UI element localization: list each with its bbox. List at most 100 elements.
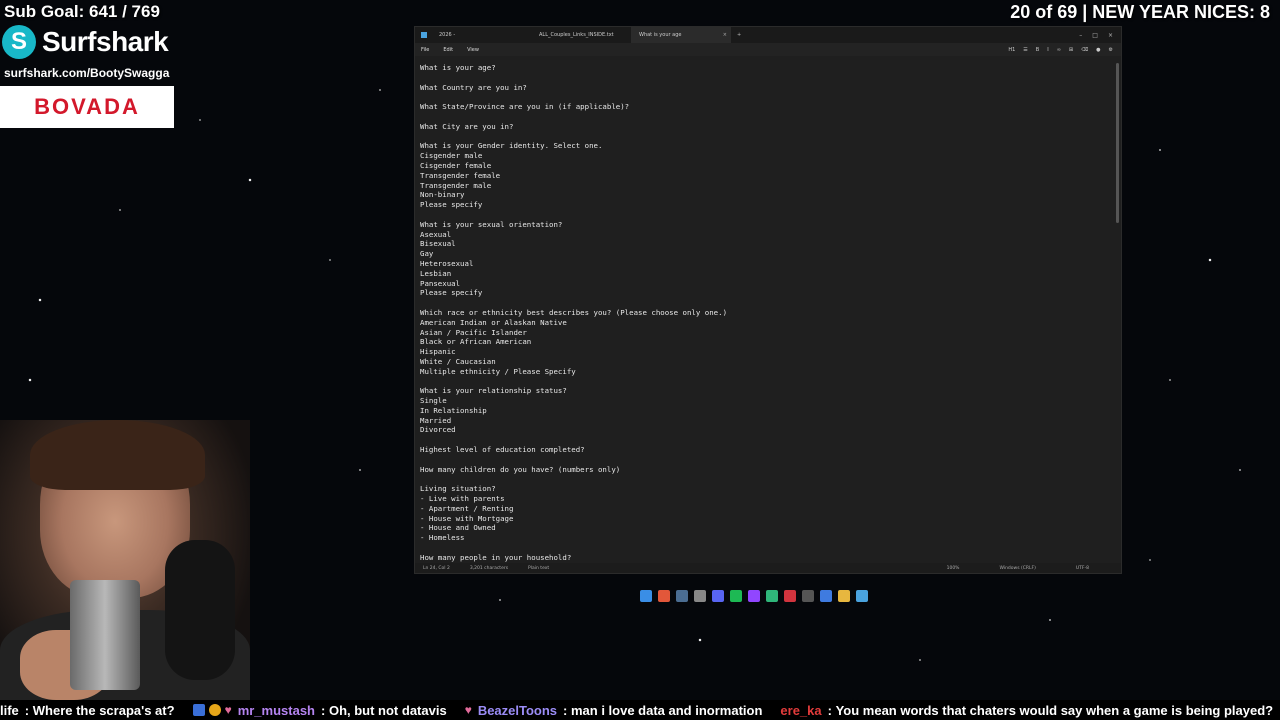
document-line: Which race or ethnicity best describes y… [420,307,728,317]
document-line: What is your relationship status? [420,386,567,396]
folder-icon[interactable] [838,590,850,602]
chat-message: ♥ mr_mustash : Oh, but not datavis [192,702,447,718]
minimize-icon[interactable]: – [1079,32,1082,39]
chat-text: Oh, but not datavis [328,702,447,718]
table-icon[interactable]: ⊞ [1069,47,1073,53]
document-line: What is your sexual orientation? [420,219,563,229]
tab-bar: 2026 - ALL_Couples_Links_INSIDE.txt What… [415,27,1121,43]
tumbler-cup [70,580,140,690]
zoom-level[interactable]: 100% [947,566,960,571]
start-icon[interactable] [640,590,652,602]
document-line: Transgender female [420,170,501,180]
text-format[interactable]: Plain text [528,566,549,571]
webcam-feed [0,420,250,700]
tab-label: What is your age [639,32,682,38]
twitch-icon[interactable] [748,590,760,602]
notepad-app-icon [421,32,427,38]
surfshark-url: surfshark.com/BootySwagga [4,66,170,80]
heart-icon: ♥ [224,703,232,717]
spotify-icon[interactable] [730,590,742,602]
obs-icon[interactable] [784,590,796,602]
tab-2026[interactable]: 2026 - [431,27,531,43]
vertical-scrollbar[interactable] [1116,63,1119,223]
new-tab-icon[interactable]: + [731,32,747,38]
document-text-area[interactable]: What is your age? What Country are you i… [420,63,1107,563]
document-line: How many people in your household? [420,552,572,562]
clear-format-icon[interactable]: ⌫ [1081,47,1088,53]
document-line: Single [420,396,447,406]
new-year-counter: 20 of 69 | NEW YEAR NICES: 8 [1010,2,1270,22]
italic-button[interactable]: I [1047,47,1048,53]
menu-edit[interactable]: Edit [443,47,453,53]
tab-label: 2026 - [439,32,456,38]
menu-view[interactable]: View [467,47,479,53]
bold-button[interactable]: B [1036,47,1039,53]
app-dark-icon[interactable] [802,590,814,602]
surfshark-name: Surfshark [42,26,169,57]
firefox-icon[interactable] [658,590,670,602]
chat-ticker: life : Where the scrapa's at? ♥ mr_musta… [0,700,1280,720]
badge-icon [192,704,205,716]
document-line: Living situation? [420,484,496,494]
document-line: Heterosexual [420,258,474,268]
tab-couples-links[interactable]: ALL_Couples_Links_INSIDE.txt [531,27,631,43]
line-ending[interactable]: Windows (CRLF) [999,566,1035,571]
document-line: Lesbian [420,268,452,278]
close-icon[interactable]: × [1108,32,1113,39]
notepad-icon[interactable] [856,590,868,602]
document-line: Non-binary [420,190,465,200]
document-line: - House with Mortgage [420,513,514,523]
chat-message: ere_ka : You mean words that chaters wou… [780,703,1273,718]
chat-username: life [0,702,19,718]
menu-file[interactable]: File [421,47,429,53]
chat-message: life : Where the scrapa's at? [0,703,175,718]
settings-icon[interactable]: ⚙ [1109,47,1113,53]
chat-separator: : [321,702,329,718]
document-line: What City are you in? [420,121,514,131]
microphone [165,540,235,680]
steam-icon[interactable] [676,590,688,602]
copilot-icon[interactable]: ● [1096,47,1100,53]
vs-icon[interactable] [820,590,832,602]
maximize-icon[interactable]: □ [1092,32,1098,39]
document-line: Highest level of education completed? [420,445,585,455]
tab-what-is-your-age[interactable]: What is your age × [631,27,731,43]
close-tab-icon[interactable]: × [723,32,727,38]
document-line: What is your Gender identity. Select one… [420,141,603,151]
cursor-position: Ln 24, Col 2 [423,565,450,571]
document-line: In Relationship [420,405,487,415]
document-line: Please specify [420,288,483,298]
chat-text: You mean words that chaters would say wh… [835,702,1274,718]
list-icon[interactable]: ☰ [1023,47,1027,53]
settings-icon[interactable] [694,590,706,602]
app-green-icon[interactable] [766,590,778,602]
character-count: 3,201 characters [469,565,509,571]
streamer-hair [30,420,205,490]
notepad-window: 2026 - ALL_Couples_Links_INSIDE.txt What… [414,26,1122,574]
sponsor-panel: S Surfshark surfshark.com/BootySwagga BO… [0,22,178,128]
window-controls: – □ × [1079,32,1121,39]
document-line: Divorced [420,425,456,435]
document-line: White / Caucasian [420,356,496,366]
surfshark-brand: S Surfshark [0,22,178,62]
document-line: - Apartment / Renting [420,503,514,513]
link-icon[interactable]: ∞ [1057,47,1061,53]
discord-icon[interactable] [712,590,724,602]
document-line: American Indian or Alaskan Native [420,317,567,327]
heading-button[interactable]: H1 [1008,47,1015,53]
surfshark-logo-icon: S [2,25,36,59]
document-line: Multiple ethnicity / Please Specify [420,366,576,376]
encoding[interactable]: UTF-8 [1076,566,1089,571]
bovada-logo: BOVADA [0,86,174,128]
sub-goal-label: Sub Goal: 641 / 769 [4,2,160,21]
chat-separator: : [563,702,571,718]
chat-message: ♥ BeazelToons : man i love data and inor… [465,703,763,718]
taskbar [640,590,868,602]
